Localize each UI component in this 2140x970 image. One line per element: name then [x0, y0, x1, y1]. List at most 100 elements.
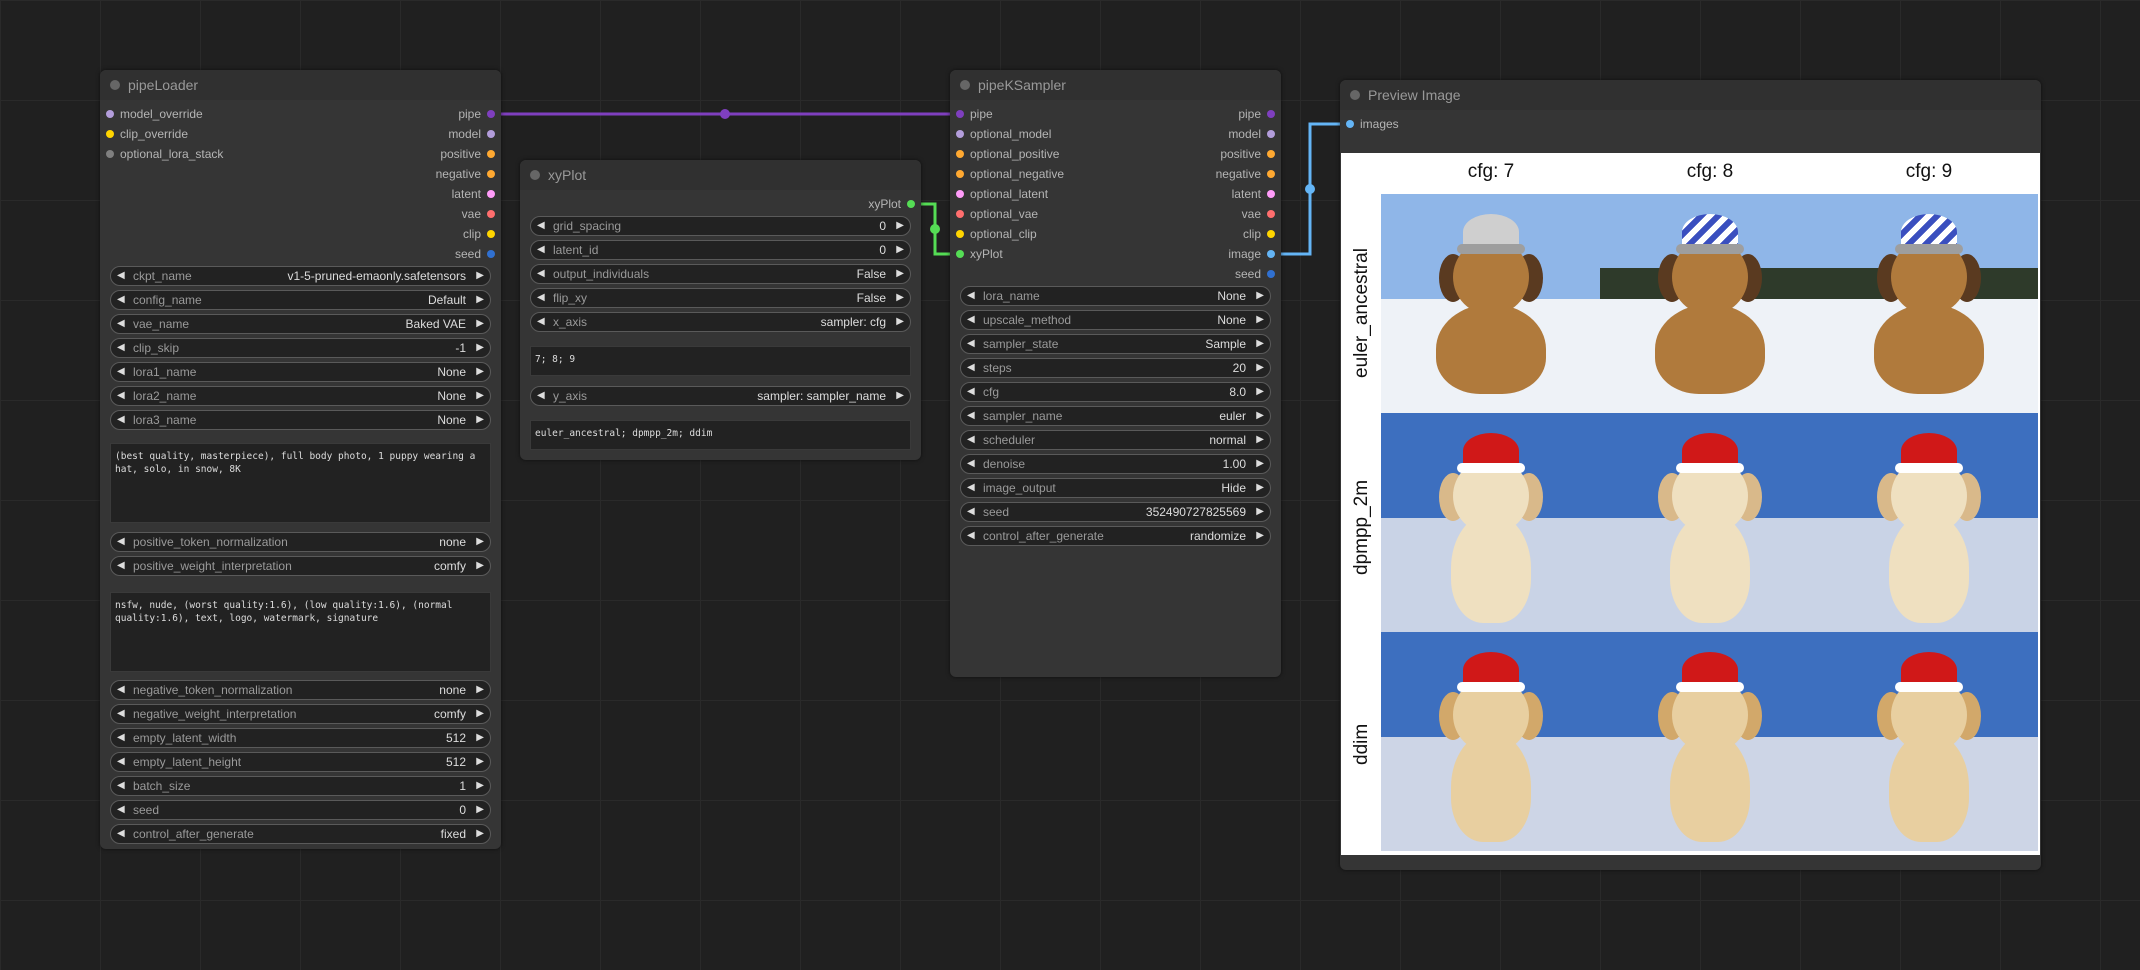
decrement-arrow-icon[interactable]: ◀ [967, 311, 975, 329]
output-slot[interactable]: vae [1242, 206, 1275, 222]
combo-widget[interactable]: ◀ steps 20 ▶ [960, 358, 1271, 378]
combo-widget[interactable]: ◀ lora2_name None ▶ [110, 386, 491, 406]
increment-arrow-icon[interactable]: ▶ [896, 217, 904, 235]
increment-arrow-icon[interactable]: ▶ [1256, 287, 1264, 305]
input-slot[interactable]: optional_clip [956, 226, 1037, 242]
combo-widget[interactable]: ◀ lora1_name None ▶ [110, 362, 491, 382]
combo-widget[interactable]: ◀ scheduler normal ▶ [960, 430, 1271, 450]
slot-dot-icon[interactable] [956, 190, 964, 198]
combo-widget[interactable]: ◀ negative_token_normalization none ▶ [110, 680, 491, 700]
combo-widget[interactable]: ◀ seed 352490727825569 ▶ [960, 502, 1271, 522]
xyplot-node[interactable]: xyPlot xyPlot ◀ grid_spacing 0 ▶ ◀ latent_id 0… [520, 160, 921, 460]
node-title-bar[interactable]: pipeKSampler [950, 70, 1281, 100]
node-title-bar[interactable]: xyPlot [520, 160, 921, 190]
decrement-arrow-icon[interactable]: ◀ [537, 241, 545, 259]
decrement-arrow-icon[interactable]: ◀ [967, 407, 975, 425]
slot-dot-icon[interactable] [1267, 110, 1275, 118]
input-slot[interactable]: xyPlot [956, 246, 1003, 262]
increment-arrow-icon[interactable]: ▶ [476, 777, 484, 795]
decrement-arrow-icon[interactable]: ◀ [117, 387, 125, 405]
slot-dot-icon[interactable] [487, 130, 495, 138]
combo-widget[interactable]: ◀ vae_name Baked VAE ▶ [110, 314, 491, 334]
decrement-arrow-icon[interactable]: ◀ [967, 287, 975, 305]
slot-dot-icon[interactable] [1267, 250, 1275, 258]
input-slot[interactable]: optional_positive [956, 146, 1059, 162]
input-slot[interactable]: optional_lora_stack [106, 146, 223, 162]
increment-arrow-icon[interactable]: ▶ [476, 291, 484, 309]
decrement-arrow-icon[interactable]: ◀ [537, 265, 545, 283]
output-slot[interactable]: image [1228, 246, 1275, 262]
increment-arrow-icon[interactable]: ▶ [476, 387, 484, 405]
slot-dot-icon[interactable] [956, 230, 964, 238]
combo-widget[interactable]: ◀ x_axis sampler: cfg ▶ [530, 312, 911, 332]
slot-dot-icon[interactable] [487, 190, 495, 198]
decrement-arrow-icon[interactable]: ◀ [117, 363, 125, 381]
input-slot-images[interactable]: images [1346, 116, 1399, 132]
negative-prompt-textarea[interactable]: nsfw, nude, (worst quality:1.6), (low qu… [110, 592, 491, 672]
output-slot[interactable]: pipe [1238, 106, 1275, 122]
output-slot-xyplot[interactable]: xyPlot [868, 196, 915, 212]
slot-dot-icon[interactable] [1267, 150, 1275, 158]
slot-dot-icon[interactable] [106, 110, 114, 118]
combo-widget[interactable]: ◀ control_after_generate fixed ▶ [110, 824, 491, 844]
input-slot[interactable]: optional_latent [956, 186, 1048, 202]
decrement-arrow-icon[interactable]: ◀ [967, 455, 975, 473]
decrement-arrow-icon[interactable]: ◀ [117, 411, 125, 429]
node-title-bar[interactable]: pipeLoader [100, 70, 501, 100]
output-slot[interactable]: clip [463, 226, 495, 242]
y-values-textarea[interactable]: euler_ancestral; dpmpp_2m; ddim [530, 420, 911, 450]
output-slot[interactable]: positive [440, 146, 495, 162]
collapse-dot-icon[interactable] [960, 80, 970, 90]
input-slot[interactable]: optional_negative [956, 166, 1064, 182]
combo-widget[interactable]: ◀ positive_weight_interpretation comfy ▶ [110, 556, 491, 576]
pipeksampler-node[interactable]: pipeKSampler pipe optional_model optional_… [950, 70, 1281, 677]
increment-arrow-icon[interactable]: ▶ [476, 681, 484, 699]
preview-image-grid[interactable]: cfg: 7 cfg: 8 cfg: 9 euler_ancestral dpm… [1341, 153, 2040, 855]
input-slot[interactable]: model_override [106, 106, 203, 122]
decrement-arrow-icon[interactable]: ◀ [967, 383, 975, 401]
increment-arrow-icon[interactable]: ▶ [476, 729, 484, 747]
decrement-arrow-icon[interactable]: ◀ [117, 681, 125, 699]
output-slot[interactable]: model [1228, 126, 1275, 142]
collapse-dot-icon[interactable] [110, 80, 120, 90]
slot-dot-icon[interactable] [1267, 230, 1275, 238]
slot-dot-icon[interactable] [487, 250, 495, 258]
decrement-arrow-icon[interactable]: ◀ [117, 533, 125, 551]
combo-widget[interactable]: ◀ upscale_method None ▶ [960, 310, 1271, 330]
combo-widget[interactable]: ◀ flip_xy False ▶ [530, 288, 911, 308]
combo-widget[interactable]: ◀ latent_id 0 ▶ [530, 240, 911, 260]
slot-dot-icon[interactable] [487, 210, 495, 218]
combo-widget[interactable]: ◀ ckpt_name v1-5-pruned-emaonly.safetensor… [110, 266, 491, 286]
combo-widget[interactable]: ◀ negative_weight_interpretation comfy ▶ [110, 704, 491, 724]
increment-arrow-icon[interactable]: ▶ [1256, 407, 1264, 425]
increment-arrow-icon[interactable]: ▶ [476, 533, 484, 551]
decrement-arrow-icon[interactable]: ◀ [967, 335, 975, 353]
node-title-bar[interactable]: Preview Image [1340, 80, 2041, 110]
decrement-arrow-icon[interactable]: ◀ [967, 431, 975, 449]
increment-arrow-icon[interactable]: ▶ [476, 825, 484, 843]
increment-arrow-icon[interactable]: ▶ [1256, 383, 1264, 401]
increment-arrow-icon[interactable]: ▶ [1256, 503, 1264, 521]
combo-widget[interactable]: ◀ empty_latent_width 512 ▶ [110, 728, 491, 748]
decrement-arrow-icon[interactable]: ◀ [117, 267, 125, 285]
output-slot[interactable]: negative [1216, 166, 1275, 182]
x-values-textarea[interactable]: 7; 8; 9 [530, 346, 911, 376]
decrement-arrow-icon[interactable]: ◀ [117, 825, 125, 843]
slot-dot-icon[interactable] [907, 200, 915, 208]
decrement-arrow-icon[interactable]: ◀ [117, 705, 125, 723]
decrement-arrow-icon[interactable]: ◀ [537, 289, 545, 307]
decrement-arrow-icon[interactable]: ◀ [117, 753, 125, 771]
decrement-arrow-icon[interactable]: ◀ [967, 503, 975, 521]
slot-dot-icon[interactable] [1267, 270, 1275, 278]
combo-widget[interactable]: ◀ batch_size 1 ▶ [110, 776, 491, 796]
input-slot[interactable]: optional_model [956, 126, 1051, 142]
combo-widget[interactable]: ◀ sampler_state Sample ▶ [960, 334, 1271, 354]
pipeloader-node[interactable]: pipeLoader model_override clip_override op… [100, 70, 501, 849]
combo-widget[interactable]: ◀ control_after_generate randomize ▶ [960, 526, 1271, 546]
increment-arrow-icon[interactable]: ▶ [1256, 479, 1264, 497]
increment-arrow-icon[interactable]: ▶ [1256, 335, 1264, 353]
decrement-arrow-icon[interactable]: ◀ [537, 387, 545, 405]
slot-dot-icon[interactable] [1346, 120, 1354, 128]
increment-arrow-icon[interactable]: ▶ [896, 241, 904, 259]
combo-widget[interactable]: ◀ positive_token_normalization none ▶ [110, 532, 491, 552]
